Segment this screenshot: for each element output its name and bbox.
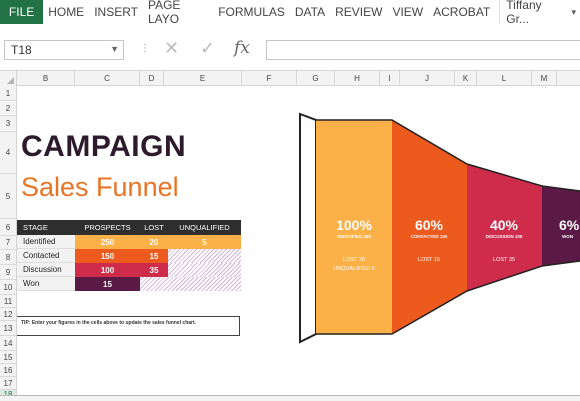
column-header[interactable]: J xyxy=(400,71,455,86)
row-header[interactable]: 7 xyxy=(0,236,16,250)
sheet-tab-bar[interactable] xyxy=(0,395,580,401)
worksheet-grid[interactable]: CAMPAIGN Sales Funnel STAGE PROSPECTS LO… xyxy=(17,86,580,400)
name-box-value: T18 xyxy=(11,43,32,57)
funnel-percent-identified: 100% xyxy=(336,217,372,233)
row-header[interactable]: 2 xyxy=(0,101,16,116)
insert-function-icon[interactable]: fx xyxy=(234,38,250,58)
tab-page-layout[interactable]: PAGE LAYO xyxy=(143,0,213,26)
tab-review[interactable]: REVIEW xyxy=(330,0,387,24)
row-header[interactable]: 5 xyxy=(0,174,16,219)
row-header[interactable]: 3 xyxy=(0,116,16,132)
funnel-label-contacted: CONTACTED 150 xyxy=(411,234,448,239)
row-header[interactable]: 6 xyxy=(0,219,16,236)
funnel-percent-discussion: 40% xyxy=(490,217,519,233)
row-header[interactable]: 10 xyxy=(0,280,16,295)
row-headers: 1 2 3 4 5 6 7 8 9 10 11 12 13 14 15 16 1… xyxy=(0,86,17,400)
funnel-label-identified: IDENTIFIED 250 xyxy=(337,234,371,239)
column-header[interactable]: E xyxy=(164,71,242,86)
row-header[interactable]: 4 xyxy=(0,132,16,174)
column-header[interactable]: I xyxy=(380,71,400,86)
column-header[interactable]: B xyxy=(17,71,75,86)
column-header[interactable]: H xyxy=(335,71,380,86)
column-header[interactable]: F xyxy=(242,71,297,86)
row-header[interactable]: 9 xyxy=(0,265,16,280)
column-header[interactable]: D xyxy=(140,71,164,86)
funnel-left-edge xyxy=(299,112,317,344)
row-header[interactable]: 13 xyxy=(0,321,16,336)
splitter-handle-icon[interactable]: ⋮ xyxy=(140,43,150,54)
column-header[interactable]: G xyxy=(297,71,335,86)
select-all-corner[interactable] xyxy=(0,71,17,86)
funnel-label-won: WON xyxy=(562,234,573,239)
funnel-percent-contacted: 60% xyxy=(415,217,444,233)
formula-bar: T18 ▼ ⋮ ✕ ✓ fx xyxy=(0,24,580,70)
tab-view[interactable]: VIEW xyxy=(387,0,428,24)
row-header[interactable]: 17 xyxy=(0,377,16,390)
row-header[interactable]: 11 xyxy=(0,295,16,308)
ribbon-tabs: FILE HOME INSERT PAGE LAYO FORMULAS DATA… xyxy=(0,0,580,26)
row-header[interactable]: 1 xyxy=(0,86,16,101)
funnel-chart[interactable]: 100% IDENTIFIED 250 LOST 20 UNQUALIFIED … xyxy=(17,86,580,400)
row-header[interactable]: 14 xyxy=(0,336,16,351)
chevron-down-icon[interactable]: ▼ xyxy=(110,44,119,54)
user-account[interactable]: Tiffany Gr... xyxy=(499,0,567,26)
column-header[interactable]: C xyxy=(75,71,140,86)
row-header[interactable]: 15 xyxy=(0,351,16,364)
funnel-lost-identified: LOST 20 xyxy=(343,257,365,263)
column-header[interactable]: M xyxy=(532,71,557,86)
tab-home[interactable]: HOME xyxy=(43,0,89,24)
funnel-unqualified-identified: UNQUALIFIED 5 xyxy=(333,266,375,272)
funnel-lost-discussion: LOST 35 xyxy=(493,257,515,263)
column-headers: B C D E F G H I J K L M xyxy=(0,70,580,86)
cancel-icon[interactable]: ✕ xyxy=(164,38,179,59)
tab-acrobat[interactable]: ACROBAT xyxy=(428,0,495,24)
row-header[interactable]: 8 xyxy=(0,250,16,265)
tab-formulas[interactable]: FORMULAS xyxy=(213,0,290,24)
row-header[interactable]: 16 xyxy=(0,364,16,377)
user-dropdown-icon[interactable]: ▾ xyxy=(567,0,580,24)
name-box[interactable]: T18 ▼ xyxy=(4,40,124,60)
column-header[interactable]: K xyxy=(455,71,477,86)
file-tab[interactable]: FILE xyxy=(0,0,44,24)
funnel-percent-won: 6% xyxy=(559,217,580,233)
tab-data[interactable]: DATA xyxy=(290,0,330,24)
tab-insert[interactable]: INSERT xyxy=(89,0,143,24)
funnel-label-discussion: DISCUSSION 100 xyxy=(486,234,523,239)
column-header[interactable]: L xyxy=(477,71,532,86)
formula-input[interactable] xyxy=(266,40,580,60)
funnel-lost-contacted: LOST 15 xyxy=(418,257,440,263)
row-header[interactable]: 12 xyxy=(0,308,16,321)
confirm-icon[interactable]: ✓ xyxy=(200,38,215,59)
